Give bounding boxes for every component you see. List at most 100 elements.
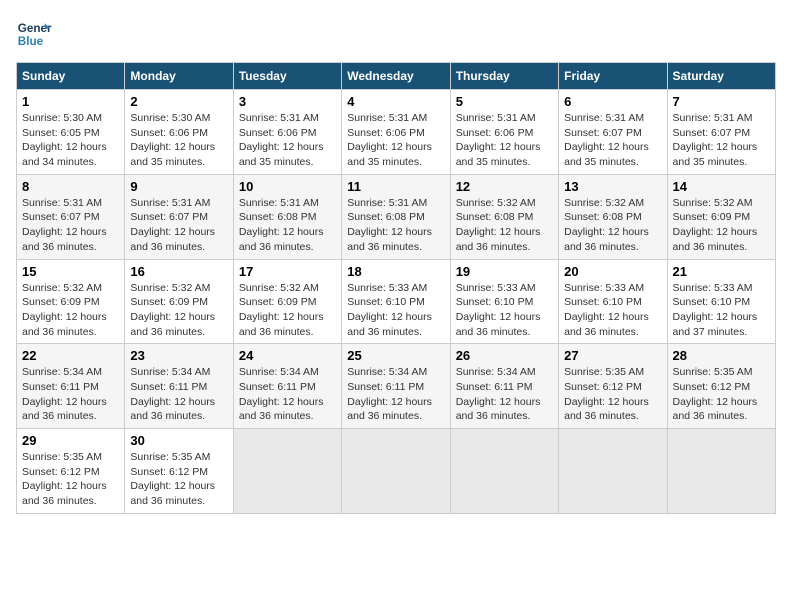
dow-header: Monday bbox=[125, 63, 233, 90]
day-number: 6 bbox=[564, 94, 661, 109]
calendar-cell: 10 Sunrise: 5:31 AM Sunset: 6:08 PM Dayli… bbox=[233, 174, 341, 259]
day-detail: Sunrise: 5:31 AM Sunset: 6:06 PM Dayligh… bbox=[456, 111, 553, 170]
svg-text:Blue: Blue bbox=[18, 35, 44, 48]
day-detail: Sunrise: 5:31 AM Sunset: 6:08 PM Dayligh… bbox=[347, 196, 444, 255]
day-detail: Sunrise: 5:30 AM Sunset: 6:05 PM Dayligh… bbox=[22, 111, 119, 170]
day-number: 20 bbox=[564, 264, 661, 279]
day-number: 21 bbox=[673, 264, 770, 279]
day-detail: Sunrise: 5:31 AM Sunset: 6:08 PM Dayligh… bbox=[239, 196, 336, 255]
day-number: 11 bbox=[347, 179, 444, 194]
calendar-cell: 5 Sunrise: 5:31 AM Sunset: 6:06 PM Daylig… bbox=[450, 90, 558, 175]
day-detail: Sunrise: 5:34 AM Sunset: 6:11 PM Dayligh… bbox=[239, 365, 336, 424]
day-detail: Sunrise: 5:35 AM Sunset: 6:12 PM Dayligh… bbox=[564, 365, 661, 424]
day-number: 26 bbox=[456, 348, 553, 363]
calendar-cell: 16 Sunrise: 5:32 AM Sunset: 6:09 PM Dayli… bbox=[125, 259, 233, 344]
calendar-cell: 15 Sunrise: 5:32 AM Sunset: 6:09 PM Dayli… bbox=[17, 259, 125, 344]
calendar-cell: 2 Sunrise: 5:30 AM Sunset: 6:06 PM Daylig… bbox=[125, 90, 233, 175]
day-number: 12 bbox=[456, 179, 553, 194]
calendar-cell: 7 Sunrise: 5:31 AM Sunset: 6:07 PM Daylig… bbox=[667, 90, 775, 175]
calendar-cell: 17 Sunrise: 5:32 AM Sunset: 6:09 PM Dayli… bbox=[233, 259, 341, 344]
day-detail: Sunrise: 5:35 AM Sunset: 6:12 PM Dayligh… bbox=[22, 450, 119, 509]
calendar-cell: 30Sunrise: 5:35 AM Sunset: 6:12 PM Dayli… bbox=[125, 429, 233, 514]
day-number: 28 bbox=[673, 348, 770, 363]
day-detail: Sunrise: 5:34 AM Sunset: 6:11 PM Dayligh… bbox=[347, 365, 444, 424]
calendar-cell: 4 Sunrise: 5:31 AM Sunset: 6:06 PM Daylig… bbox=[342, 90, 450, 175]
calendar-table: SundayMondayTuesdayWednesdayThursdayFrid… bbox=[16, 62, 776, 514]
calendar-cell: 19Sunrise: 5:33 AM Sunset: 6:10 PM Dayli… bbox=[450, 259, 558, 344]
day-detail: Sunrise: 5:33 AM Sunset: 6:10 PM Dayligh… bbox=[347, 281, 444, 340]
dow-header: Tuesday bbox=[233, 63, 341, 90]
day-number: 23 bbox=[130, 348, 227, 363]
calendar-body: 1 Sunrise: 5:30 AM Sunset: 6:05 PM Daylig… bbox=[17, 90, 776, 514]
calendar-cell: 8 Sunrise: 5:31 AM Sunset: 6:07 PM Daylig… bbox=[17, 174, 125, 259]
day-detail: Sunrise: 5:31 AM Sunset: 6:07 PM Dayligh… bbox=[22, 196, 119, 255]
calendar-cell: 26Sunrise: 5:34 AM Sunset: 6:11 PM Dayli… bbox=[450, 344, 558, 429]
day-number: 14 bbox=[673, 179, 770, 194]
calendar-cell: 25 Sunrise: 5:34 AM Sunset: 6:11 PM Dayli… bbox=[342, 344, 450, 429]
calendar-cell: 1 Sunrise: 5:30 AM Sunset: 6:05 PM Daylig… bbox=[17, 90, 125, 175]
day-detail: Sunrise: 5:32 AM Sunset: 6:09 PM Dayligh… bbox=[239, 281, 336, 340]
calendar-cell: 28 Sunrise: 5:35 AM Sunset: 6:12 PM Dayli… bbox=[667, 344, 775, 429]
svg-text:General: General bbox=[18, 22, 52, 35]
calendar-cell: 14 Sunrise: 5:32 AM Sunset: 6:09 PM Dayli… bbox=[667, 174, 775, 259]
day-detail: Sunrise: 5:31 AM Sunset: 6:07 PM Dayligh… bbox=[130, 196, 227, 255]
calendar-cell bbox=[667, 429, 775, 514]
calendar-cell bbox=[233, 429, 341, 514]
day-number: 8 bbox=[22, 179, 119, 194]
calendar-week-row: 22 Sunrise: 5:34 AM Sunset: 6:11 PM Dayli… bbox=[17, 344, 776, 429]
header: General Blue bbox=[16, 16, 776, 52]
calendar-cell: 21 Sunrise: 5:33 AM Sunset: 6:10 PM Dayli… bbox=[667, 259, 775, 344]
day-number: 10 bbox=[239, 179, 336, 194]
day-number: 5 bbox=[456, 94, 553, 109]
calendar-cell: 13Sunrise: 5:32 AM Sunset: 6:08 PM Dayli… bbox=[559, 174, 667, 259]
day-detail: Sunrise: 5:32 AM Sunset: 6:08 PM Dayligh… bbox=[564, 196, 661, 255]
calendar-cell bbox=[450, 429, 558, 514]
calendar-cell: 11 Sunrise: 5:31 AM Sunset: 6:08 PM Dayli… bbox=[342, 174, 450, 259]
day-number: 25 bbox=[347, 348, 444, 363]
day-number: 17 bbox=[239, 264, 336, 279]
day-number: 15 bbox=[22, 264, 119, 279]
day-number: 1 bbox=[22, 94, 119, 109]
day-number: 4 bbox=[347, 94, 444, 109]
day-detail: Sunrise: 5:31 AM Sunset: 6:07 PM Dayligh… bbox=[673, 111, 770, 170]
day-detail: Sunrise: 5:32 AM Sunset: 6:09 PM Dayligh… bbox=[673, 196, 770, 255]
day-number: 24 bbox=[239, 348, 336, 363]
day-number: 29 bbox=[22, 433, 119, 448]
day-detail: Sunrise: 5:31 AM Sunset: 6:06 PM Dayligh… bbox=[239, 111, 336, 170]
calendar-cell: 12 Sunrise: 5:32 AM Sunset: 6:08 PM Dayli… bbox=[450, 174, 558, 259]
dow-header: Sunday bbox=[17, 63, 125, 90]
day-number: 2 bbox=[130, 94, 227, 109]
day-number: 7 bbox=[673, 94, 770, 109]
dow-header: Saturday bbox=[667, 63, 775, 90]
calendar-cell: 24 Sunrise: 5:34 AM Sunset: 6:11 PM Dayli… bbox=[233, 344, 341, 429]
calendar-week-row: 1 Sunrise: 5:30 AM Sunset: 6:05 PM Daylig… bbox=[17, 90, 776, 175]
day-number: 27 bbox=[564, 348, 661, 363]
day-detail: Sunrise: 5:33 AM Sunset: 6:10 PM Dayligh… bbox=[564, 281, 661, 340]
calendar-cell: 27 Sunrise: 5:35 AM Sunset: 6:12 PM Dayli… bbox=[559, 344, 667, 429]
logo-icon: General Blue bbox=[16, 16, 52, 52]
day-number: 19 bbox=[456, 264, 553, 279]
dow-header: Friday bbox=[559, 63, 667, 90]
calendar-cell: 6Sunrise: 5:31 AM Sunset: 6:07 PM Daylig… bbox=[559, 90, 667, 175]
calendar-cell: 22Sunrise: 5:34 AM Sunset: 6:11 PM Dayli… bbox=[17, 344, 125, 429]
calendar-cell: 3Sunrise: 5:31 AM Sunset: 6:06 PM Daylig… bbox=[233, 90, 341, 175]
day-detail: Sunrise: 5:32 AM Sunset: 6:09 PM Dayligh… bbox=[130, 281, 227, 340]
day-number: 30 bbox=[130, 433, 227, 448]
day-detail: Sunrise: 5:32 AM Sunset: 6:08 PM Dayligh… bbox=[456, 196, 553, 255]
calendar-week-row: 29 Sunrise: 5:35 AM Sunset: 6:12 PM Dayli… bbox=[17, 429, 776, 514]
day-detail: Sunrise: 5:35 AM Sunset: 6:12 PM Dayligh… bbox=[673, 365, 770, 424]
day-number: 18 bbox=[347, 264, 444, 279]
day-detail: Sunrise: 5:30 AM Sunset: 6:06 PM Dayligh… bbox=[130, 111, 227, 170]
day-detail: Sunrise: 5:32 AM Sunset: 6:09 PM Dayligh… bbox=[22, 281, 119, 340]
day-number: 9 bbox=[130, 179, 227, 194]
calendar-cell: 20 Sunrise: 5:33 AM Sunset: 6:10 PM Dayli… bbox=[559, 259, 667, 344]
calendar-cell bbox=[559, 429, 667, 514]
logo: General Blue bbox=[16, 16, 52, 52]
dow-header: Thursday bbox=[450, 63, 558, 90]
day-detail: Sunrise: 5:31 AM Sunset: 6:06 PM Dayligh… bbox=[347, 111, 444, 170]
day-detail: Sunrise: 5:33 AM Sunset: 6:10 PM Dayligh… bbox=[673, 281, 770, 340]
day-number: 22 bbox=[22, 348, 119, 363]
day-number: 16 bbox=[130, 264, 227, 279]
calendar-cell: 18 Sunrise: 5:33 AM Sunset: 6:10 PM Dayli… bbox=[342, 259, 450, 344]
calendar-week-row: 8 Sunrise: 5:31 AM Sunset: 6:07 PM Daylig… bbox=[17, 174, 776, 259]
